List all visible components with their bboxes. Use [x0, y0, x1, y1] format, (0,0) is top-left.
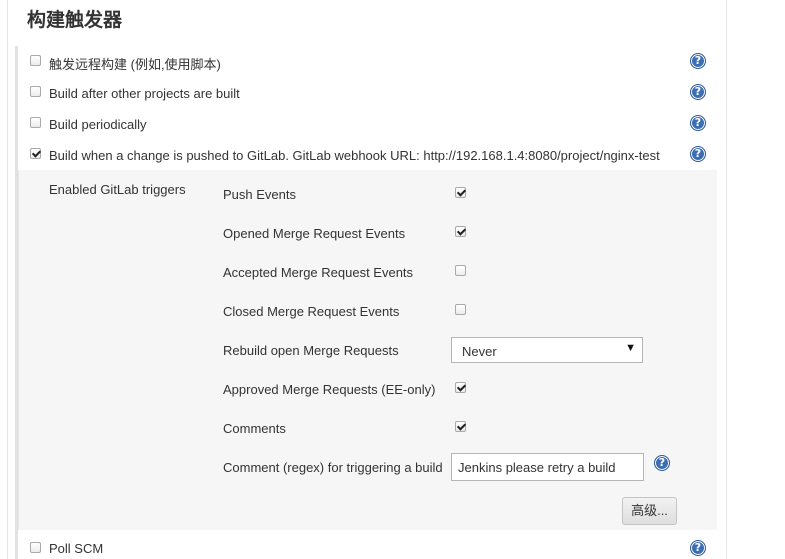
help-icon[interactable]: ? [690, 53, 706, 69]
help-icon[interactable]: ? [690, 115, 706, 131]
rebuild-open-mr-label: Rebuild open Merge Requests [223, 343, 399, 358]
push-events-checkbox[interactable] [455, 187, 466, 198]
help-icon[interactable]: ? [690, 84, 706, 100]
rebuild-open-mr-value: Never [462, 344, 497, 359]
comments-label: Comments [223, 421, 286, 436]
trigger-remote-label: 触发远程构建 (例如,使用脚本) [49, 57, 221, 72]
trigger-periodically-checkbox[interactable] [30, 117, 41, 128]
trigger-remote-checkbox[interactable] [30, 55, 41, 66]
section-title: 构建触发器 [27, 9, 123, 31]
trigger-gitlab-push-label: Build when a change is pushed to GitLab.… [49, 148, 660, 163]
caret-down-icon: ▼ [625, 342, 636, 354]
rebuild-open-mr-select[interactable]: Never ▼ [451, 337, 643, 363]
trigger-gitlab-push-checkbox[interactable] [30, 148, 41, 159]
closed-mr-events-checkbox[interactable] [455, 304, 466, 315]
closed-mr-events-label: Closed Merge Request Events [223, 304, 400, 319]
poll-scm-checkbox[interactable] [30, 542, 41, 553]
trigger-periodically-label: Build periodically [49, 117, 147, 132]
comment-regex-input[interactable] [451, 453, 644, 481]
help-icon[interactable]: ? [690, 146, 706, 162]
push-events-label: Push Events [223, 187, 296, 202]
comment-regex-label: Comment (regex) for triggering a build [223, 460, 443, 475]
help-icon[interactable]: ? [654, 455, 670, 471]
enabled-gitlab-triggers-label: Enabled GitLab triggers [49, 182, 186, 197]
help-icon[interactable]: ? [690, 540, 706, 556]
advanced-button[interactable]: 高级... [622, 497, 677, 525]
comments-checkbox[interactable] [455, 421, 466, 432]
poll-scm-label: Poll SCM [49, 541, 104, 556]
trigger-after-projects-checkbox[interactable] [30, 86, 41, 97]
accepted-mr-events-checkbox[interactable] [455, 265, 466, 276]
opened-mr-events-label: Opened Merge Request Events [223, 226, 406, 241]
trigger-after-projects-label: Build after other projects are built [49, 86, 240, 101]
approved-mr-checkbox[interactable] [455, 382, 466, 393]
approved-mr-label: Approved Merge Requests (EE-only) [223, 382, 436, 397]
accepted-mr-events-label: Accepted Merge Request Events [223, 265, 414, 280]
opened-mr-events-checkbox[interactable] [455, 226, 466, 237]
